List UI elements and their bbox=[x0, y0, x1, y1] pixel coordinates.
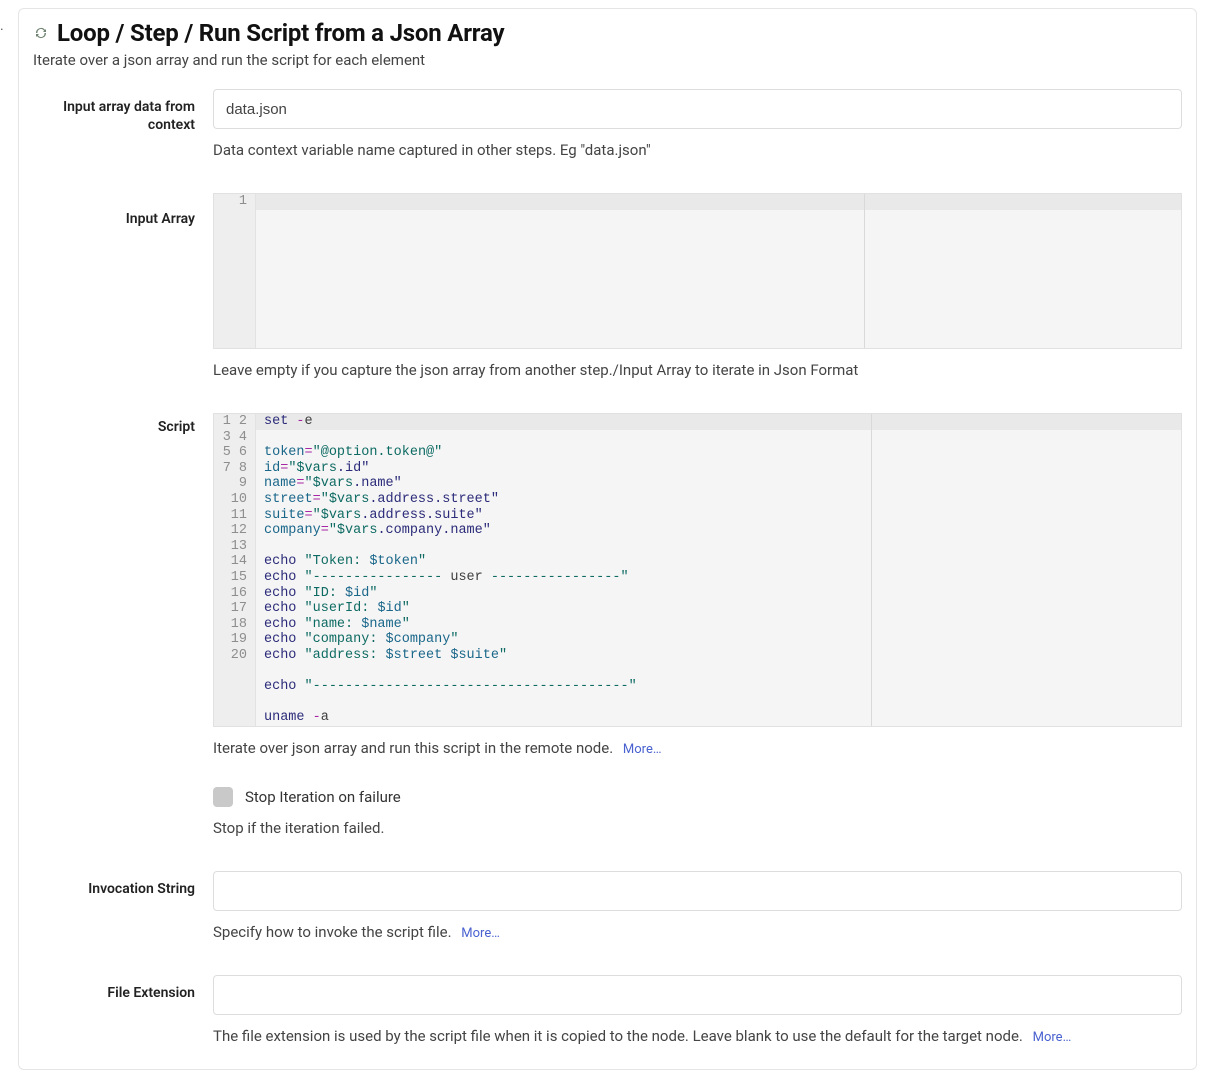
help-input-data: Data context variable name captured in o… bbox=[213, 141, 1182, 159]
help-input-array: Leave empty if you capture the json arra… bbox=[213, 361, 1182, 379]
help-invocation-text: Specify how to invoke the script file. bbox=[213, 923, 452, 941]
help-file-ext-text: The file extension is used by the script… bbox=[213, 1027, 1023, 1045]
help-stop-iteration: Stop if the iteration failed. bbox=[213, 819, 1182, 837]
file-ext-more-link[interactable]: More… bbox=[1033, 1030, 1072, 1045]
script-editor[interactable]: 1 2 3 4 5 6 7 8 9 10 11 12 13 14 15 16 1… bbox=[213, 413, 1182, 727]
help-file-extension: The file extension is used by the script… bbox=[213, 1027, 1182, 1045]
help-script-text: Iterate over json array and run this scr… bbox=[213, 739, 613, 757]
label-script: Script bbox=[33, 413, 213, 437]
page-corner-marker: . bbox=[0, 18, 4, 34]
panel-header: Loop / Step / Run Script from a Json Arr… bbox=[33, 19, 1182, 47]
label-input-array: Input Array bbox=[33, 193, 213, 229]
row-script: Script 1 2 3 4 5 6 7 8 9 10 11 12 13 14 … bbox=[33, 413, 1182, 837]
page-subtitle: Iterate over a json array and run the sc… bbox=[33, 51, 1182, 69]
input-array-editor[interactable]: 1 bbox=[213, 193, 1182, 349]
stop-iteration-row: Stop Iteration on failure bbox=[213, 787, 1182, 807]
script-more-link[interactable]: More… bbox=[623, 742, 662, 757]
row-input-array: Input Array 1 Leave empty if you capture… bbox=[33, 193, 1182, 379]
help-invocation: Specify how to invoke the script file. M… bbox=[213, 923, 1182, 941]
stop-iteration-checkbox[interactable] bbox=[213, 787, 233, 807]
invocation-string-field[interactable] bbox=[213, 871, 1182, 911]
row-input-data: Input array data from context Data conte… bbox=[33, 89, 1182, 159]
page-title: Loop / Step / Run Script from a Json Arr… bbox=[57, 19, 504, 47]
label-file-extension: File Extension bbox=[33, 975, 213, 1003]
file-extension-field[interactable] bbox=[213, 975, 1182, 1015]
step-editor-panel: Loop / Step / Run Script from a Json Arr… bbox=[18, 8, 1197, 1070]
help-script: Iterate over json array and run this scr… bbox=[213, 739, 1182, 757]
row-file-extension: File Extension The file extension is use… bbox=[33, 975, 1182, 1045]
input-array-data-field[interactable] bbox=[213, 89, 1182, 129]
stop-iteration-label: Stop Iteration on failure bbox=[245, 788, 401, 806]
invocation-more-link[interactable]: More… bbox=[461, 926, 500, 941]
loop-icon bbox=[33, 25, 49, 41]
label-input-data: Input array data from context bbox=[33, 89, 213, 134]
row-invocation: Invocation String Specify how to invoke … bbox=[33, 871, 1182, 941]
label-invocation: Invocation String bbox=[33, 871, 213, 899]
